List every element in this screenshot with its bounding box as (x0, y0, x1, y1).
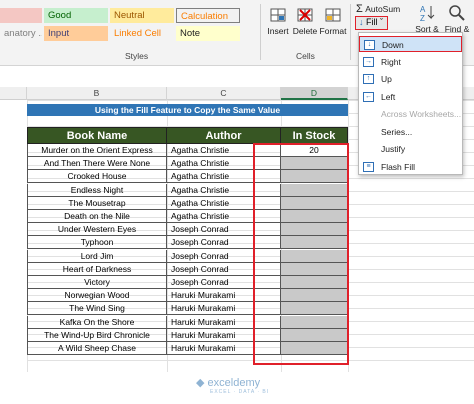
fill-menu-label: Right (381, 56, 401, 67)
fill-menu-item[interactable]: Justify (359, 141, 462, 157)
fill-menu-label: Across Worksheets... (381, 109, 462, 119)
svg-text:Z: Z (420, 14, 425, 22)
format-label: Format (319, 26, 347, 36)
book-cell[interactable]: A Wild Sheep Chase (27, 342, 167, 355)
format-button[interactable]: Format (319, 6, 347, 36)
delete-cells-icon (297, 8, 313, 22)
fill-menu-item[interactable]: ≡ Flash Fill (359, 159, 462, 175)
fill-menu-item[interactable]: ↑ Up (359, 71, 462, 87)
fill-direction-icon: ≡ (363, 161, 374, 172)
fill-menu-item[interactable]: Series... (359, 124, 462, 140)
sheet-banner: Using the Fill Feature to Copy the Same … (27, 104, 348, 116)
header-book-name[interactable]: Book Name (27, 127, 167, 144)
fill-direction-icon: ↑ (363, 74, 374, 84)
find-select-button[interactable]: Find & (442, 4, 472, 34)
book-cell[interactable]: The Wind-Up Bird Chronicle (27, 328, 167, 342)
cell-style-option[interactable]: anatory ... (0, 26, 42, 41)
styles-group-label: Styles (125, 51, 149, 61)
book-cell[interactable]: Heart of Darkness (27, 262, 167, 276)
column-header-b[interactable]: B (27, 87, 167, 100)
book-cell[interactable]: Crooked House (27, 170, 167, 184)
insert-button[interactable]: Insert (266, 6, 290, 36)
fill-button[interactable]: ↓ Fill ˇ (355, 16, 388, 30)
fill-dropdown-menu: ↓ Down → Right ↑ Up ← Left Across Worksheets... S… (358, 32, 463, 175)
gridline (27, 360, 474, 361)
cell-style-option[interactable]: Linked Cell (110, 26, 174, 41)
fill-menu-label: Series... (381, 126, 413, 137)
header-author[interactable]: Author (167, 127, 281, 144)
book-cell[interactable]: Victory (27, 276, 167, 289)
fill-label: Fill ˇ (366, 17, 384, 27)
group-divider (260, 4, 261, 60)
insert-label: Insert (267, 26, 289, 36)
format-cells-icon (325, 8, 341, 22)
autosum-label: AutoSum (365, 4, 401, 14)
book-cell[interactable]: The Mousetrap (27, 196, 167, 210)
delete-label: Delete (292, 26, 318, 36)
cell-style-option[interactable]: Calculation (176, 8, 240, 23)
fill-direction-icon: ↓ (364, 40, 375, 50)
fill-menu-label: Left (381, 91, 396, 102)
column-header-c[interactable]: C (167, 87, 281, 100)
fill-menu-label: Up (381, 74, 392, 84)
delete-button[interactable]: Delete (292, 6, 318, 36)
column-header-d[interactable]: D (281, 87, 348, 100)
autosum-button[interactable]: Σ AutoSum (356, 3, 400, 15)
watermark-tagline: EXCEL · DATA · BI (210, 389, 270, 395)
svg-text:A: A (420, 5, 426, 14)
sort-filter-button[interactable]: AZ Sort & (413, 4, 441, 34)
fill-menu-item[interactable]: → Right (359, 54, 462, 70)
header-in-stock[interactable]: In Stock (281, 127, 348, 144)
book-cell[interactable]: The Wind Sing (27, 302, 167, 316)
group-divider (350, 4, 351, 60)
book-cell[interactable]: And Then There Were None (27, 157, 167, 171)
watermark-logo-icon: ◆ (196, 377, 205, 389)
select-all-corner[interactable] (0, 87, 27, 100)
cell-style-option[interactable] (0, 8, 42, 23)
fill-down-icon: ↓ (359, 17, 364, 27)
sigma-icon: Σ (356, 3, 363, 15)
book-cell[interactable]: Death on the Nile (27, 210, 167, 223)
cell-style-option[interactable]: Note (176, 26, 240, 41)
book-cell[interactable]: Murder on the Orient Express (27, 144, 167, 157)
book-cell[interactable]: Under Western Eyes (27, 223, 167, 237)
book-cell[interactable]: Lord Jim (27, 249, 167, 263)
fill-menu-label: Justify (381, 144, 406, 154)
book-cell[interactable]: Typhoon (27, 236, 167, 250)
watermark-name: exceldemy (207, 377, 261, 389)
cell-style-option[interactable]: Neutral (110, 8, 174, 23)
fill-menu-label: Down (382, 40, 404, 50)
fill-menu-item[interactable]: ↓ Down (359, 36, 462, 52)
book-cell[interactable]: Norwegian Wood (27, 289, 167, 303)
cells-group-label: Cells (296, 51, 315, 61)
cell-style-option[interactable]: Good (44, 8, 108, 23)
fill-menu-item[interactable]: ← Left (359, 89, 462, 105)
fill-direction-icon: ← (363, 91, 374, 102)
sort-az-icon: AZ (420, 5, 435, 22)
fill-direction-icon: → (363, 56, 374, 67)
insert-cells-icon (270, 8, 286, 22)
book-cell[interactable]: Endless Night (27, 183, 167, 197)
fill-menu-item: Across Worksheets... (359, 106, 462, 122)
watermark: ◆ exceldemy EXCEL · DATA · BI (196, 376, 269, 395)
selected-range-highlight (253, 143, 349, 365)
fill-menu-label: Flash Fill (381, 161, 416, 172)
magnifier-icon (449, 5, 465, 21)
book-cell[interactable]: Kafka On the Shore (27, 315, 167, 329)
cell-style-option[interactable]: Input (44, 26, 108, 41)
